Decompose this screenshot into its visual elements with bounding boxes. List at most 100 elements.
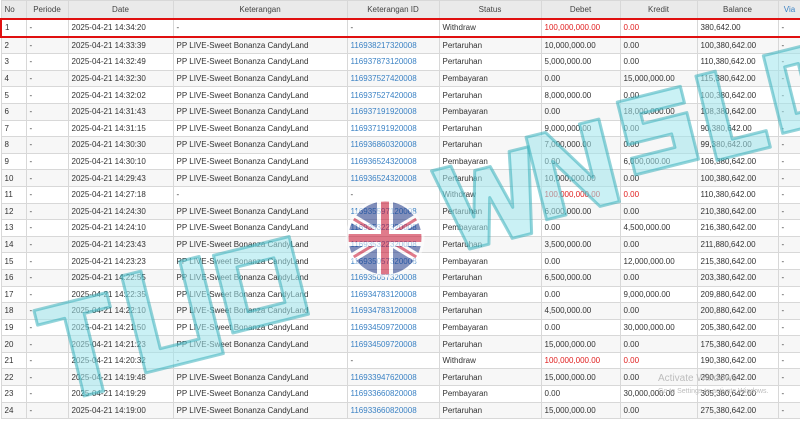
table-row[interactable]: 2-2025-04-21 14:33:39 PP LIVE-Sweet Bonan… (0, 36, 800, 55)
table-row[interactable]: 1-2025-04-21 14:34:20- - Withdraw 100,000,0… (0, 18, 800, 38)
cell-no: 6 (0, 102, 27, 121)
cell-via: - (777, 69, 800, 88)
cell-periode: - (25, 268, 69, 287)
cell-balance: 200,880,642.00 (696, 302, 779, 320)
cell-date: 2025-04-21 14:30:30 (67, 136, 174, 154)
cell-kredit: 0.00 (619, 202, 698, 221)
table-row[interactable]: 18-2025-04-21 14:22:10 PP LIVE-Sweet Bona… (0, 302, 800, 320)
cell-date: 2025-04-21 14:33:39 (67, 36, 174, 55)
cell-keterangan-id[interactable]: 116934509720008 (346, 318, 440, 337)
cell-via: - (777, 351, 800, 370)
cell-keterangan-id[interactable]: 116934783120008 (346, 285, 440, 304)
cell-no: 22 (0, 368, 27, 387)
table-row[interactable]: 24-2025-04-21 14:19:00 PP LIVE-Sweet Bona… (0, 401, 800, 420)
table-row[interactable]: 17-2025-04-21 14:22:35 PP LIVE-Sweet Bona… (0, 285, 800, 304)
table-row[interactable]: 19-2025-04-21 14:21:50 PP LIVE-Sweet Bona… (0, 318, 800, 337)
cell-keterangan: - (172, 18, 348, 38)
cell-periode: - (25, 152, 69, 171)
cell-balance: 205,380,642.00 (696, 318, 779, 337)
cell-keterangan-id[interactable]: 116936524320008 (346, 152, 440, 171)
table-row[interactable]: 16-2025-04-21 14:22:55 PP LIVE-Sweet Bona… (0, 268, 800, 287)
col-debet[interactable]: Debet (540, 0, 621, 20)
table-row[interactable]: 9-2025-04-21 14:30:10 PP LIVE-Sweet Bonan… (0, 152, 800, 171)
table-row[interactable]: 6-2025-04-21 14:31:43 PP LIVE-Sweet Bonan… (0, 102, 800, 121)
cell-keterangan-id[interactable]: 116937191920008 (346, 119, 440, 138)
cell-keterangan-id[interactable]: 116938217320008 (346, 36, 440, 55)
cell-periode: - (25, 368, 69, 387)
cell-keterangan-id[interactable]: 116937527420008 (346, 86, 440, 104)
table-row[interactable]: 20-2025-04-21 14:21:23 PP LIVE-Sweet Bona… (0, 335, 800, 353)
table-row[interactable]: 12-2025-04-21 14:24:30 PP LIVE-Sweet Bona… (0, 202, 800, 221)
table-row[interactable]: 23-2025-04-21 14:19:29 PP LIVE-Sweet Bona… (0, 385, 800, 403)
cell-no: 1 (0, 18, 27, 38)
cell-periode: - (25, 169, 69, 187)
cell-no: 23 (0, 385, 27, 403)
cell-periode: - (25, 252, 69, 270)
cell-via: - (777, 102, 800, 121)
cell-no: 3 (0, 53, 27, 71)
table-row[interactable]: 22-2025-04-21 14:19:48 PP LIVE-Sweet Bona… (0, 368, 800, 387)
table-row[interactable]: 11-2025-04-21 14:27:18- - Withdraw 100,000,… (0, 185, 800, 204)
table-row[interactable]: 3-2025-04-21 14:32:49 PP LIVE-Sweet Bonan… (0, 53, 800, 71)
cell-periode: - (25, 351, 69, 370)
cell-keterangan-id[interactable]: 116933660820008 (346, 401, 440, 420)
cell-status: Pertaruhan (438, 401, 542, 420)
cell-keterangan-id[interactable]: 116935322320008 (346, 219, 440, 237)
col-no[interactable]: No (0, 0, 27, 20)
cell-keterangan-id[interactable]: 116933660820008 (346, 385, 440, 403)
col-kredit[interactable]: Kredit (619, 0, 698, 20)
table-row[interactable]: 13-2025-04-21 14:24:10 PP LIVE-Sweet Bona… (0, 219, 800, 237)
cell-keterangan-id[interactable]: 116935322320008 (346, 235, 440, 254)
cell-via: - (777, 185, 800, 204)
cell-keterangan-id[interactable]: 116937873120008 (346, 53, 440, 71)
cell-balance: 108,380,642.00 (696, 102, 779, 121)
table-row[interactable]: 21-2025-04-21 14:20:32- - Withdraw 100,000,… (0, 351, 800, 370)
cell-via: - (777, 53, 800, 71)
cell-keterangan: PP LIVE-Sweet Bonanza CandyLand (172, 53, 348, 71)
col-date[interactable]: Date (67, 0, 174, 20)
cell-keterangan: PP LIVE-Sweet Bonanza CandyLand (172, 385, 348, 403)
cell-keterangan-id[interactable]: 116937527420008 (346, 69, 440, 88)
cell-status: Pembayaran (438, 102, 542, 121)
cell-no: 5 (0, 86, 27, 104)
table-row[interactable]: 5-2025-04-21 14:32:02 PP LIVE-Sweet Bonan… (0, 86, 800, 104)
table-row[interactable]: 7-2025-04-21 14:31:15 PP LIVE-Sweet Bonan… (0, 119, 800, 138)
cell-keterangan-id[interactable]: 116937191920008 (346, 102, 440, 121)
cell-periode: - (25, 18, 69, 38)
table-row[interactable]: 4-2025-04-21 14:32:30 PP LIVE-Sweet Bonan… (0, 69, 800, 88)
cell-keterangan-id[interactable]: 116934783120008 (346, 302, 440, 320)
col-status[interactable]: Status (438, 0, 542, 20)
col-balance[interactable]: Balance (696, 0, 779, 20)
cell-periode: - (25, 136, 69, 154)
col-periode[interactable]: Periode (25, 0, 69, 20)
cell-balance: 210,380,642.00 (696, 202, 779, 221)
cell-keterangan: PP LIVE-Sweet Bonanza CandyLand (172, 69, 348, 88)
cell-debet: 9,000,000.00 (540, 119, 621, 138)
col-via[interactable]: Via (777, 0, 800, 20)
table-row[interactable]: 14-2025-04-21 14:23:43 PP LIVE-Sweet Bona… (0, 235, 800, 254)
table-row[interactable]: 8-2025-04-21 14:30:30 PP LIVE-Sweet Bonan… (0, 136, 800, 154)
cell-keterangan-id[interactable]: 116934509720008 (346, 335, 440, 353)
cell-keterangan-id[interactable]: 116935057320008 (346, 268, 440, 287)
cell-no: 19 (0, 318, 27, 337)
cell-keterangan: PP LIVE-Sweet Bonanza CandyLand (172, 136, 348, 154)
cell-status: Pembayaran (438, 152, 542, 171)
col-keterangan[interactable]: Keterangan (172, 0, 348, 20)
cell-status: Withdraw (438, 351, 542, 370)
cell-debet: 7,000,000.00 (540, 136, 621, 154)
cell-balance: 216,380,642.00 (696, 219, 779, 237)
cell-status: Pembayaran (438, 318, 542, 337)
cell-kredit: 0.00 (619, 302, 698, 320)
cell-periode: - (25, 235, 69, 254)
cell-keterangan-id[interactable]: 116933947620008 (346, 368, 440, 387)
cell-keterangan-id[interactable]: 116936524320008 (346, 169, 440, 187)
table-row[interactable]: 15-2025-04-21 14:23:23 PP LIVE-Sweet Bona… (0, 252, 800, 270)
cell-kredit: 0.00 (619, 235, 698, 254)
cell-keterangan-id[interactable]: 116935597120008 (346, 202, 440, 221)
cell-keterangan-id[interactable]: 116935057320008 (346, 252, 440, 270)
cell-status: Withdraw (438, 18, 542, 38)
col-keterangan-id[interactable]: Keterangan ID (346, 0, 440, 20)
cell-keterangan-id[interactable]: 116936860320008 (346, 136, 440, 154)
table-row[interactable]: 10-2025-04-21 14:29:43 PP LIVE-Sweet Bona… (0, 169, 800, 187)
cell-keterangan: PP LIVE-Sweet Bonanza CandyLand (172, 119, 348, 138)
